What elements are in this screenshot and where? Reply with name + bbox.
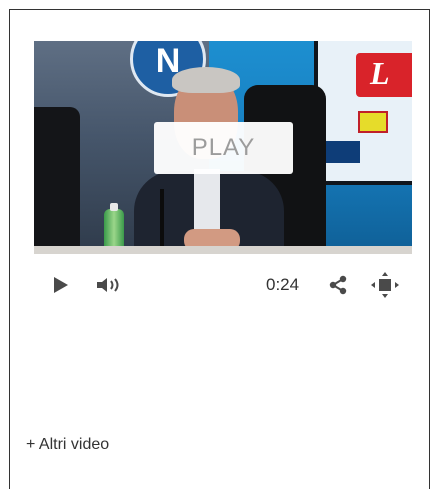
- sponsor-badge: [358, 111, 388, 133]
- press-table: [34, 246, 412, 254]
- volume-button[interactable]: [94, 266, 124, 304]
- person-hair: [172, 67, 240, 93]
- microphone: [160, 189, 164, 251]
- fullscreen-icon: [371, 272, 399, 298]
- play-overlay-label: PLAY: [191, 134, 256, 161]
- player-controls: 0:24: [34, 266, 412, 304]
- sponsor-logo-letter: L: [370, 55, 390, 91]
- play-button[interactable]: [50, 266, 72, 304]
- sponsor-badge-2: [320, 141, 360, 163]
- fullscreen-button[interactable]: [368, 266, 402, 304]
- share-button[interactable]: [326, 266, 350, 304]
- play-overlay-button[interactable]: PLAY: [154, 122, 293, 174]
- volume-icon: [97, 278, 119, 292]
- sponsor-logo: L: [356, 53, 412, 97]
- play-icon: [54, 277, 68, 293]
- person-shirt: [194, 169, 220, 229]
- more-videos-link[interactable]: + Altri video: [26, 436, 109, 454]
- chair-left: [34, 107, 80, 254]
- share-icon: [329, 275, 347, 295]
- duration-label: 0:24: [266, 275, 300, 294]
